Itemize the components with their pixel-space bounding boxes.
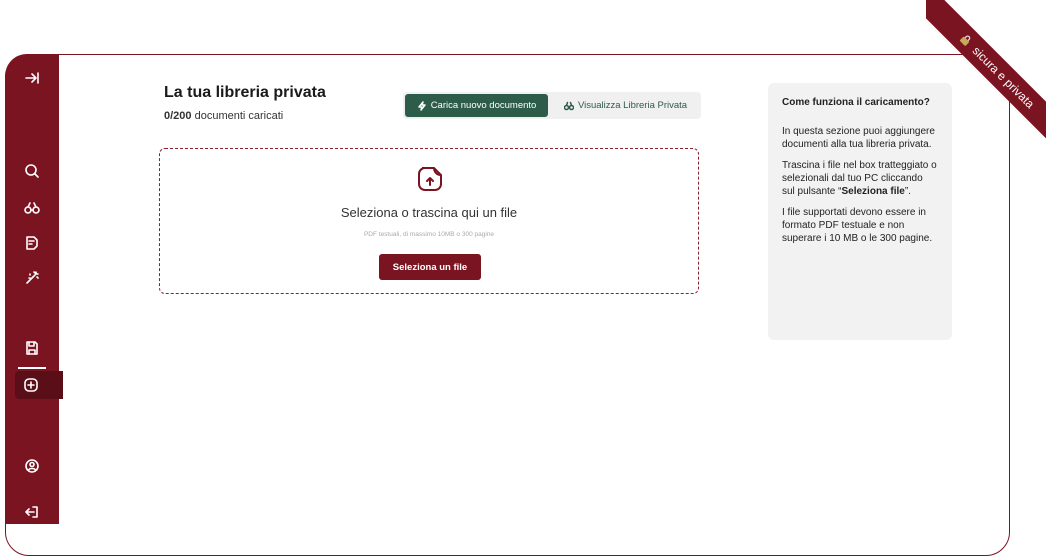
help-paragraph-2: Trascina i file nel box tratteggiato o s…	[782, 159, 938, 198]
help-panel: Come funziona il caricamento? In questa …	[768, 83, 952, 340]
magic-wand-icon	[26, 271, 39, 284]
add-icon	[24, 378, 38, 392]
ribbon-label: sicura e privata	[969, 43, 1038, 112]
documents-button[interactable]	[17, 229, 47, 257]
saved-button[interactable]	[17, 334, 47, 362]
documents-count-value: 0/200	[164, 110, 192, 122]
tab-upload[interactable]: Carica nuovo documento	[405, 94, 548, 117]
help-paragraph-2-end: ”.	[904, 186, 911, 197]
user-icon	[25, 459, 39, 473]
dropzone-hint: PDF testuali, di massimo 10MB o 300 pagi…	[363, 231, 495, 238]
sidebar	[5, 54, 63, 524]
search-icon	[25, 164, 39, 178]
help-paragraph-1: In questa sezione puoi aggiungere docume…	[782, 126, 935, 150]
upload-file-icon	[418, 167, 442, 191]
expand-sidebar-button[interactable]	[17, 64, 47, 92]
tab-upload-label: Carica nuovo documento	[430, 100, 537, 111]
help-title: Come funziona il caricamento?	[782, 97, 930, 108]
tab-view-library[interactable]: Visualizza Libreria Privata	[553, 94, 698, 117]
select-file-button[interactable]: Seleziona un file	[379, 254, 481, 280]
ribbon-container: sicura e privata	[926, 0, 1046, 160]
magic-button[interactable]	[17, 264, 47, 292]
help-paragraph-2-emphasis: Seleziona file	[841, 186, 905, 197]
tab-view-library-label: Visualizza Libreria Privata	[577, 100, 688, 111]
dropzone-title: Seleziona o trascina qui un file	[340, 205, 518, 220]
save-icon	[26, 341, 38, 355]
sidebar-divider	[18, 367, 46, 369]
file-dropzone[interactable]: Seleziona o trascina qui un file PDF tes…	[159, 148, 699, 294]
upload-nav-button[interactable]	[15, 371, 63, 399]
view-library-nav-button[interactable]	[17, 194, 47, 222]
help-paragraph-3: I file supportati devono essere in forma…	[782, 207, 933, 244]
search-button[interactable]	[17, 157, 47, 185]
privacy-ribbon: sicura e privata	[926, 0, 1046, 155]
binoculars-icon	[24, 202, 40, 214]
documents-count: 0/200 documenti caricati	[164, 110, 283, 122]
expand-icon	[25, 72, 39, 84]
logout-icon	[25, 506, 38, 518]
account-button[interactable]	[17, 452, 47, 480]
binoculars-icon	[563, 101, 574, 110]
lock-icon	[960, 35, 971, 47]
document-icon	[26, 236, 38, 250]
lightning-icon	[417, 100, 426, 111]
page-title: La tua libreria privata	[164, 84, 326, 101]
view-toggle: Carica nuovo documento Visualizza Librer…	[403, 92, 701, 119]
documents-count-label: documenti caricati	[191, 110, 284, 122]
